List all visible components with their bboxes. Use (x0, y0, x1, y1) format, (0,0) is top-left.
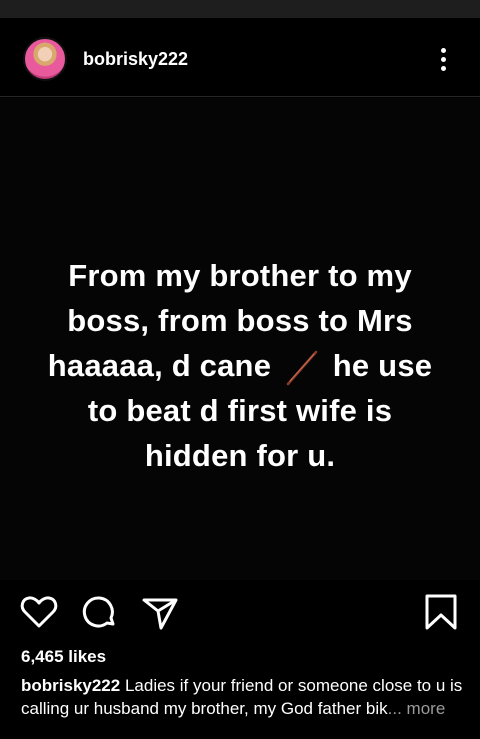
post-text-line: boss, from boss to Mrs (67, 303, 413, 338)
heart-icon[interactable] (19, 592, 59, 632)
more-options-icon[interactable] (432, 42, 454, 76)
status-bar (0, 0, 480, 18)
post-text-part: haaaaa, d cane (47, 348, 272, 383)
post-caption: bobrisky222 Ladies if your friend or som… (21, 674, 467, 720)
bookmark-icon[interactable] (421, 592, 461, 632)
post-text: From my brother to my boss, from boss to… (20, 253, 460, 478)
send-icon[interactable] (140, 592, 180, 632)
action-bar (0, 580, 480, 640)
post-header: bobrisky222 (0, 18, 480, 97)
post-username[interactable]: bobrisky222 (83, 49, 188, 70)
likes-count[interactable]: 6,465 likes (21, 647, 106, 667)
post-text-line: From my brother to my (68, 258, 412, 293)
comment-icon[interactable] (80, 592, 120, 632)
more-link[interactable]: more (402, 699, 446, 718)
profile-avatar[interactable] (23, 37, 67, 81)
caption-ellipsis: ... (387, 699, 402, 718)
post-text-line: hidden for u. (144, 438, 336, 473)
cane-emoji-icon (286, 350, 318, 386)
post-text-line: to beat d first wife is (87, 393, 393, 428)
caption-username[interactable]: bobrisky222 (21, 676, 120, 695)
post-image[interactable]: From my brother to my boss, from boss to… (0, 98, 480, 580)
post-text-part: he use (332, 348, 433, 383)
post-text-line: haaaaa, d cane he use (20, 343, 460, 388)
